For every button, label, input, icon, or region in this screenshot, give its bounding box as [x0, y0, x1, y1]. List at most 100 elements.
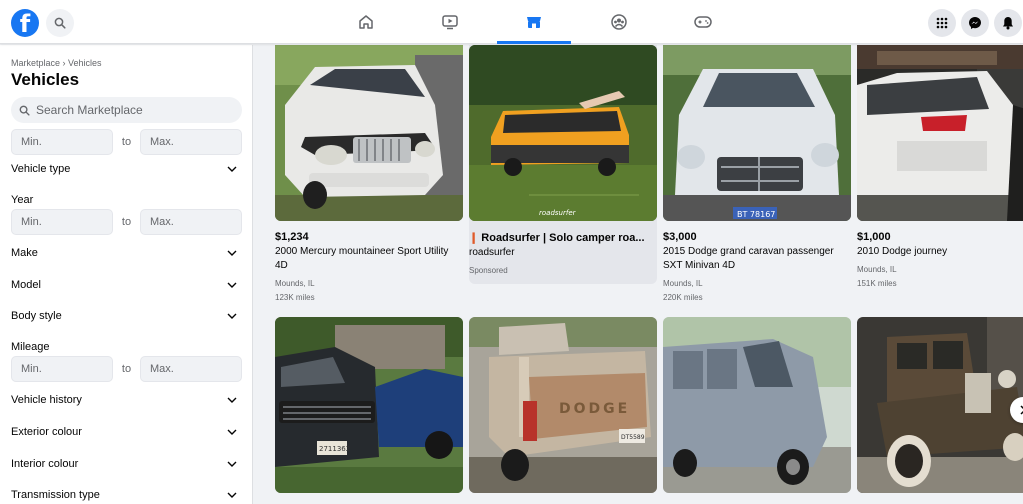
roadsurfer-watermark: roadsurfer [539, 209, 577, 217]
listing-card[interactable] [857, 317, 1023, 493]
listing-photo[interactable] [857, 317, 1023, 493]
listing-photo[interactable] [857, 45, 1023, 221]
filter-exterior-colour-label: Exterior colour [11, 426, 82, 438]
filter-model[interactable]: Model [11, 275, 242, 295]
nav-tab-gaming[interactable] [666, 0, 740, 44]
filter-transmission-type[interactable]: Transmission type [11, 485, 242, 504]
license-plate-text: BT 78167 [737, 210, 775, 219]
filter-make-label: Make [11, 247, 38, 259]
listing-card[interactable]: BT 78167 $3,000 2015 Dodge grand caravan… [663, 45, 851, 305]
nav-tab-marketplace[interactable] [497, 0, 571, 44]
chevron-right-icon [1020, 405, 1023, 415]
filter-model-label: Model [11, 279, 41, 291]
search-marketplace-box[interactable] [11, 97, 242, 123]
facebook-logo-letter: f [19, 10, 31, 37]
search-marketplace-input[interactable] [36, 103, 226, 117]
page-title: Vehicles [11, 70, 80, 89]
filter-vehicle-history-label: Vehicle history [11, 394, 82, 406]
marketplace-icon [527, 17, 541, 28]
groups-icon [611, 14, 627, 30]
chevron-down-icon [226, 458, 238, 470]
price-min-input[interactable]: Min. [11, 129, 113, 155]
nav-tab-groups[interactable] [582, 0, 656, 44]
filter-exterior-colour[interactable]: Exterior colour [11, 422, 242, 442]
listing-photo[interactable]: 2711362 [275, 317, 463, 493]
price-range: Min. to Max. [11, 129, 242, 155]
listing-location: Mounds, IL [857, 265, 897, 274]
chevron-down-icon [226, 489, 238, 501]
mileage-range-to: to [121, 363, 132, 375]
listing-price: $1,000 [857, 231, 891, 243]
year-min-input[interactable]: Min. [11, 209, 113, 235]
nav-tab-home[interactable] [329, 0, 403, 44]
listing-price: $3,000 [663, 231, 697, 243]
top-navigation-bar: f [0, 0, 1023, 44]
listing-photo[interactable] [275, 45, 463, 221]
sponsored-label: Sponsored [469, 266, 508, 275]
listing-mileage: 123K miles [275, 293, 315, 302]
year-max-input[interactable]: Max. [140, 209, 242, 235]
ad-advertiser: roadsurfer [469, 247, 515, 258]
filter-vehicle-type[interactable]: Vehicle type [11, 159, 242, 179]
listing-card[interactable]: $1,234 2000 Mercury mountaineer Sport Ut… [275, 45, 463, 305]
listing-mileage: 220K miles [663, 293, 703, 302]
breadcrumb[interactable]: Marketplace › Vehicles [11, 58, 102, 68]
year-label: Year [11, 194, 34, 206]
filter-body-style-label: Body style [11, 310, 62, 322]
listing-photo[interactable] [663, 317, 851, 493]
listing-title: 2015 Dodge grand caravan passenger SXT M… [663, 246, 834, 271]
listing-title: 2010 Dodge journey [857, 246, 948, 257]
ad-title-text: Roadsurfer | Solo camper roa... [481, 232, 645, 244]
listing-mileage: 151K miles [857, 279, 897, 288]
price-range-to: to [121, 136, 132, 148]
listing-title: 2000 Mercury mountaineer Sport Utility 4… [275, 246, 449, 271]
home-icon [359, 15, 373, 29]
listing-photo[interactable]: roadsurfer [469, 45, 657, 221]
messenger-icon [969, 17, 981, 29]
menu-button[interactable] [928, 9, 956, 37]
listing-photo[interactable]: DODGE DT5589 [469, 317, 657, 493]
filter-transmission-type-label: Transmission type [11, 489, 100, 501]
mileage-min-input[interactable]: Min. [11, 356, 113, 382]
chevron-down-icon [226, 310, 238, 322]
chevron-down-icon [226, 279, 238, 291]
chevron-down-icon [226, 163, 238, 175]
license-plate-text: DT5589 [621, 434, 645, 441]
search-icon [54, 17, 66, 29]
license-plate-text: 2711362 [319, 445, 350, 453]
chevron-down-icon [226, 394, 238, 406]
filter-interior-colour[interactable]: Interior colour [11, 454, 242, 474]
listing-location: Mounds, IL [663, 279, 703, 288]
filter-vehicle-history[interactable]: Vehicle history [11, 390, 242, 410]
bell-icon [1003, 17, 1013, 30]
nav-tab-video[interactable] [413, 0, 487, 44]
mileage-range: Min. to Max. [11, 356, 242, 382]
search-button[interactable] [46, 9, 74, 37]
listings-grid: $1,234 2000 Mercury mountaineer Sport Ut… [275, 45, 1023, 504]
listing-card[interactable]: DODGE DT5589 [469, 317, 657, 493]
year-range-to: to [121, 216, 132, 228]
mileage-max-input[interactable]: Max. [140, 356, 242, 382]
filter-interior-colour-label: Interior colour [11, 458, 79, 470]
facebook-logo[interactable]: f [11, 9, 39, 37]
listing-card[interactable]: $1,000 2010 Dodge journey Mounds, IL 151… [857, 45, 1023, 291]
gaming-icon [694, 16, 712, 28]
ad-title: ❙ Roadsurfer | Solo camper roa... [469, 231, 657, 244]
menu-grid-icon [936, 17, 948, 29]
listing-photo[interactable]: BT 78167 [663, 45, 851, 221]
mileage-label: Mileage [11, 341, 50, 353]
filter-body-style[interactable]: Body style [11, 306, 242, 326]
price-max-input[interactable]: Max. [140, 129, 242, 155]
filter-make[interactable]: Make [11, 243, 242, 263]
filter-sidebar: Marketplace › Vehicles Vehicles Min. to … [0, 45, 253, 504]
listing-card[interactable] [663, 317, 851, 493]
sponsored-listing-card[interactable]: roadsurfer ❙ Roadsurfer | Solo camper ro… [469, 45, 657, 284]
year-range: Min. to Max. [11, 209, 242, 235]
chevron-down-icon [226, 426, 238, 438]
listing-price: $1,234 [275, 231, 309, 243]
messenger-button[interactable] [961, 9, 989, 37]
person-icon: ❙ [469, 232, 479, 244]
notifications-button[interactable] [994, 9, 1022, 37]
listing-card[interactable]: 2711362 [275, 317, 463, 493]
filter-vehicle-type-label: Vehicle type [11, 163, 71, 175]
